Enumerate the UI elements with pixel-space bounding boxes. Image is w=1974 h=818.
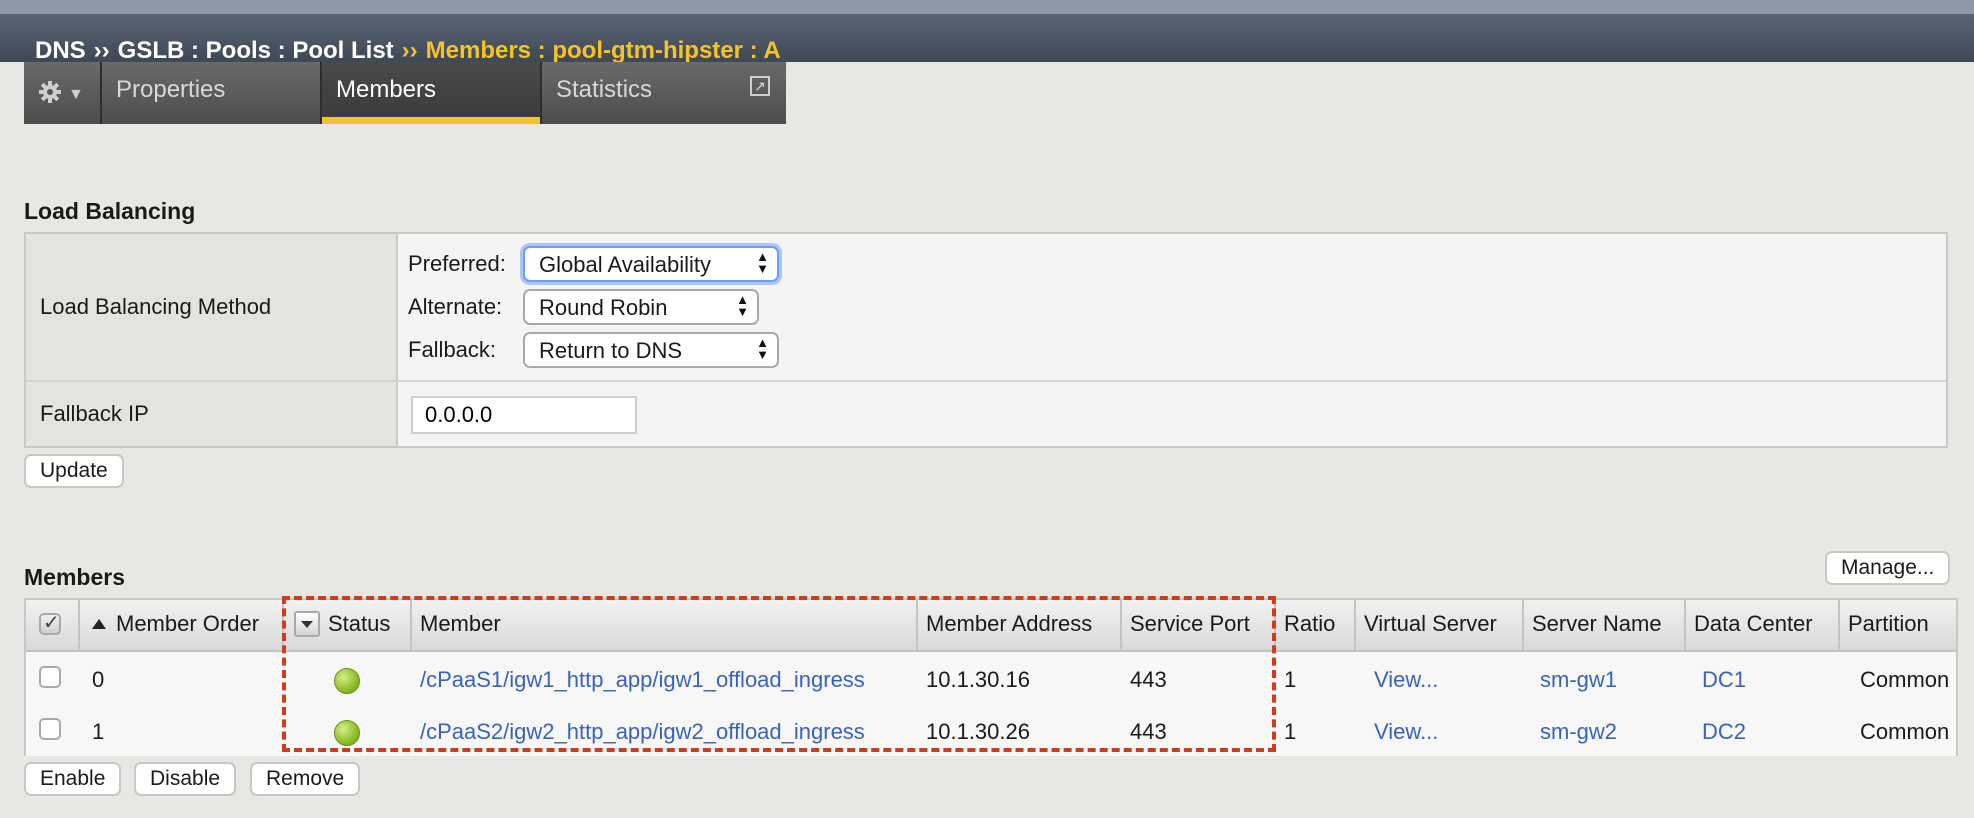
tab-properties[interactable]: Properties xyxy=(102,62,322,124)
preferred-method-select[interactable]: Global Availability ▲ ▼ xyxy=(523,246,779,282)
member-header-label: Member xyxy=(420,611,501,636)
server-name-link[interactable]: sm-gw2 xyxy=(1532,704,1617,756)
status-available-icon xyxy=(334,668,360,694)
load-balancing-table: Load Balancing Method Preferred: Global … xyxy=(24,232,1948,448)
enable-button[interactable]: Enable xyxy=(24,762,122,796)
fallback-ip-row: Fallback IP xyxy=(26,382,1946,446)
status-header-label: Status xyxy=(328,611,391,636)
tab-properties-label: Properties xyxy=(116,76,226,103)
service-port-cell: 443 xyxy=(1130,667,1167,692)
disable-button[interactable]: Disable xyxy=(134,762,237,796)
alternate-method-value: Round Robin xyxy=(539,295,668,320)
row-checkbox[interactable] xyxy=(39,666,61,688)
lb-method-row: Load Balancing Method Preferred: Global … xyxy=(26,234,1946,382)
lb-method-label: Load Balancing Method xyxy=(26,234,398,380)
select-all-header xyxy=(26,600,80,650)
server-name-header-label: Server Name xyxy=(1532,611,1662,636)
status-available-icon xyxy=(334,720,360,746)
member-order-cell: 1 xyxy=(92,719,105,744)
service-port-header-label: Service Port xyxy=(1130,611,1250,636)
breadcrumb-separator: ›› xyxy=(93,37,110,64)
alternate-line: Alternate: Round Robin ▲ ▼ xyxy=(408,289,759,325)
breadcrumb-dns[interactable]: DNS xyxy=(35,37,86,64)
fallback-line: Fallback: Return to DNS ▲ ▼ xyxy=(408,332,779,368)
member-order-cell: 0 xyxy=(92,667,105,692)
preferred-label: Preferred: xyxy=(408,251,506,276)
member-link[interactable]: /cPaaS2/igw2_http_app/igw2_offload_ingre… xyxy=(412,704,865,756)
member-order-header-label: Member Order xyxy=(116,611,260,636)
partition-header[interactable]: Partition xyxy=(1840,600,1956,650)
select-arrows-icon: ▲ ▼ xyxy=(756,335,769,362)
update-button[interactable]: Update xyxy=(24,454,124,488)
service-port-cell: 443 xyxy=(1130,719,1167,744)
preferred-method-value: Global Availability xyxy=(539,252,712,277)
member-address-cell: 10.1.30.26 xyxy=(926,719,1030,744)
virtual-server-link[interactable]: View... xyxy=(1366,652,1438,704)
chevron-down-icon: ▼ xyxy=(68,86,84,103)
table-row: 1 /cPaaS2/igw2_http_app/igw2_offload_ing… xyxy=(26,704,1956,756)
fallback-ip-label: Fallback IP xyxy=(26,382,398,446)
fallback-method-select[interactable]: Return to DNS ▲ ▼ xyxy=(523,332,779,368)
member-address-header[interactable]: Member Address xyxy=(918,600,1122,650)
gear-icon xyxy=(38,80,62,124)
tab-members[interactable]: Members xyxy=(322,62,542,124)
server-name-header[interactable]: Server Name xyxy=(1524,600,1686,650)
members-title: Members xyxy=(24,564,125,590)
members-table-header: Member Order Status Member Member Addres… xyxy=(26,600,1956,652)
ratio-cell: 1 xyxy=(1284,719,1297,744)
breadcrumb-current: Members : pool-gtm-hipster : A xyxy=(425,37,781,64)
row-checkbox[interactable] xyxy=(39,718,61,740)
fallback-label: Fallback: xyxy=(408,337,497,362)
data-center-header[interactable]: Data Center xyxy=(1686,600,1840,650)
member-order-header[interactable]: Member Order xyxy=(80,600,284,650)
virtual-server-header-label: Virtual Server xyxy=(1364,611,1497,636)
fallback-ip-input[interactable] xyxy=(411,396,637,434)
tab-members-label: Members xyxy=(336,76,437,103)
data-center-header-label: Data Center xyxy=(1694,611,1813,636)
partition-header-label: Partition xyxy=(1848,611,1929,636)
alternate-method-select[interactable]: Round Robin ▲ ▼ xyxy=(523,289,759,325)
ratio-header-label: Ratio xyxy=(1284,611,1336,636)
load-balancing-title: Load Balancing xyxy=(24,198,196,224)
server-name-link[interactable]: sm-gw1 xyxy=(1532,652,1617,704)
remove-button[interactable]: Remove xyxy=(250,762,361,796)
page-header: DNS ›› GSLB : Pools : Pool List ›› Members :… xyxy=(0,0,1974,65)
filter-dropdown-icon[interactable] xyxy=(294,611,320,637)
members-table: Member Order Status Member Member Addres… xyxy=(24,598,1958,756)
tab-statistics[interactable]: Statistics ↗ xyxy=(542,62,786,124)
manage-button[interactable]: Manage... xyxy=(1825,551,1951,585)
select-all-checkbox[interactable] xyxy=(39,610,61,635)
ratio-header[interactable]: Ratio xyxy=(1276,600,1356,650)
tab-bar: ▼ Properties Members Statistics ↗ xyxy=(24,62,786,124)
table-row: 0 /cPaaS1/igw1_http_app/igw1_offload_ing… xyxy=(26,652,1956,706)
sort-ascending-icon xyxy=(92,619,106,629)
member-header[interactable]: Member xyxy=(412,600,918,650)
member-address-cell: 10.1.30.16 xyxy=(926,667,1030,692)
member-address-header-label: Member Address xyxy=(926,611,1093,636)
data-center-link[interactable]: DC1 xyxy=(1694,652,1746,704)
breadcrumb-separator: ›› xyxy=(401,37,418,64)
settings-menu-button[interactable]: ▼ xyxy=(24,62,102,124)
member-link[interactable]: /cPaaS1/igw1_http_app/igw1_offload_ingre… xyxy=(412,652,865,704)
ratio-cell: 1 xyxy=(1284,667,1297,692)
partition-cell: Common xyxy=(1860,667,1950,692)
virtual-server-link[interactable]: View... xyxy=(1366,704,1438,756)
tab-statistics-label: Statistics xyxy=(556,76,653,103)
data-center-link[interactable]: DC2 xyxy=(1694,704,1746,756)
service-port-header[interactable]: Service Port xyxy=(1122,600,1276,650)
fallback-method-value: Return to DNS xyxy=(539,338,683,363)
partition-cell: Common xyxy=(1860,719,1950,744)
select-arrows-icon: ▲ ▼ xyxy=(756,249,769,276)
select-arrows-icon: ▲ ▼ xyxy=(736,292,749,319)
virtual-server-header[interactable]: Virtual Server xyxy=(1356,600,1524,650)
external-link-icon[interactable]: ↗ xyxy=(750,76,770,96)
breadcrumb-pool-list[interactable]: GSLB : Pools : Pool List xyxy=(118,37,394,64)
preferred-line: Preferred: Global Availability ▲ ▼ xyxy=(408,246,779,282)
status-header[interactable]: Status xyxy=(284,600,412,650)
breadcrumb: DNS ›› GSLB : Pools : Pool List ›› Members :… xyxy=(35,37,781,65)
alternate-label: Alternate: xyxy=(408,294,503,319)
